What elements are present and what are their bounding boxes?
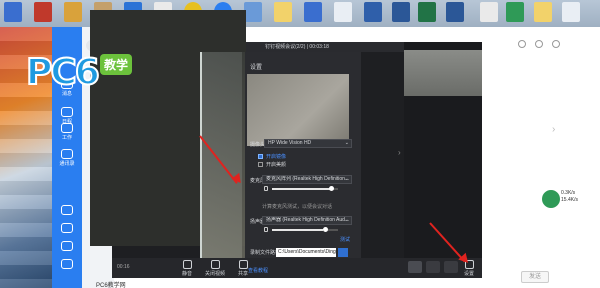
browse-folder-button[interactable] — [338, 248, 348, 257]
contacts-icon — [61, 149, 73, 159]
desktop-archive-icon[interactable] — [64, 2, 82, 22]
mic-icon — [264, 186, 268, 191]
chevron-right-icon[interactable]: › — [552, 124, 560, 136]
sidebar-item-ding[interactable] — [57, 205, 77, 216]
ding-icon — [61, 205, 73, 215]
desktop-app-icon[interactable] — [304, 2, 322, 22]
desktop-app-icon[interactable] — [4, 2, 22, 22]
save-folder-input[interactable]: C:\Users\Documents\DingConference — [276, 248, 336, 257]
mute-button[interactable]: 静音 — [176, 260, 198, 277]
desktop-doc-icon[interactable] — [334, 2, 352, 22]
camera-select[interactable]: HP Wide Vision HD ⌄ — [264, 139, 352, 148]
chat-header-tools — [518, 40, 560, 48]
desktop-word-icon[interactable] — [446, 2, 464, 22]
chevron-down-icon: ⌄ — [344, 140, 349, 146]
beauty-label: 开启美颜 — [266, 162, 287, 168]
add-member-icon[interactable] — [535, 40, 543, 48]
participant-thumbnail[interactable] — [404, 50, 482, 96]
desktop-folder-icon[interactable] — [274, 2, 292, 22]
beauty-checkbox[interactable] — [258, 162, 263, 167]
camera-label: 摄像头 — [250, 142, 266, 148]
mirror-checkbox[interactable] — [258, 154, 263, 159]
phone-icon — [61, 223, 73, 233]
desktop-doc-icon[interactable] — [480, 2, 498, 22]
slider-knob[interactable] — [329, 186, 334, 191]
sidebar-item-contacts[interactable]: 通讯录 — [57, 149, 77, 167]
layout-button[interactable] — [408, 261, 422, 273]
desktop-app-icon[interactable] — [34, 2, 52, 22]
send-button[interactable]: 发送 — [521, 271, 549, 283]
sidebar-item-work[interactable]: 工作 — [57, 123, 77, 141]
pc6-watermark-logo: PC6 教学 — [25, 50, 144, 100]
collapse-panel-icon[interactable]: › — [398, 148, 401, 157]
speaker-volume-slider[interactable] — [272, 227, 338, 232]
video-shadow — [202, 52, 246, 260]
calendar-icon — [61, 107, 73, 117]
upload-speed: 0.3K/s — [561, 190, 576, 196]
sidebar-item-phone[interactable] — [57, 223, 77, 234]
camera-toggle-button[interactable]: 关闭视频 — [204, 260, 226, 277]
desktop-app-icon[interactable] — [364, 2, 382, 22]
desktop-excel-icon[interactable] — [418, 2, 436, 22]
mic-icon — [182, 260, 192, 269]
mic-volume-slider[interactable] — [272, 186, 338, 191]
share-button[interactable]: 共享 — [232, 260, 254, 277]
meeting-status: 00:16 — [117, 264, 130, 270]
camera-preview — [247, 74, 349, 146]
video-icon — [210, 260, 220, 269]
mirror-label: 开启镜像 — [266, 154, 287, 160]
speaker-test-link[interactable]: 测试 — [340, 236, 350, 243]
desktop-word-icon[interactable] — [392, 2, 410, 22]
chevron-down-icon: ⌄ — [344, 176, 349, 182]
settings-title: 设置 — [250, 65, 263, 71]
work-icon — [61, 123, 73, 133]
desktop-folder-icon[interactable] — [534, 2, 552, 22]
call-icon[interactable] — [518, 40, 526, 48]
speaker-icon — [264, 227, 268, 232]
desktop-doc-icon[interactable] — [562, 2, 580, 22]
desktop-app-icon[interactable] — [244, 2, 262, 22]
network-speed-readout: 0.3K/s 15.4K/s — [561, 190, 578, 204]
more-icon[interactable] — [552, 40, 560, 48]
mic-select[interactable]: 麦克风阵列 (Realtek High Definition... ⌄ — [262, 175, 352, 184]
slider-knob[interactable] — [323, 227, 328, 232]
mail-icon — [61, 241, 73, 251]
sidebar-item-mail[interactable] — [57, 241, 77, 252]
mic-hint: 计算麦克风测试，以便会议对话 — [262, 204, 333, 210]
download-speed: 15.4K/s — [561, 197, 578, 203]
chevron-down-icon: ⌄ — [344, 217, 349, 223]
network-speed-ball[interactable] — [540, 188, 562, 210]
speaker-select[interactable]: 扬声器 (Realtek High Definition Aud... ⌄ — [262, 216, 352, 225]
more-button[interactable] — [444, 261, 458, 273]
desktop-app-icon[interactable] — [506, 2, 524, 22]
gallery-button[interactable] — [426, 261, 440, 273]
more-icon — [61, 259, 73, 269]
share-icon — [238, 260, 248, 269]
contact-name: PC6教学网 — [96, 283, 126, 288]
sidebar-item-more[interactable] — [57, 259, 77, 270]
